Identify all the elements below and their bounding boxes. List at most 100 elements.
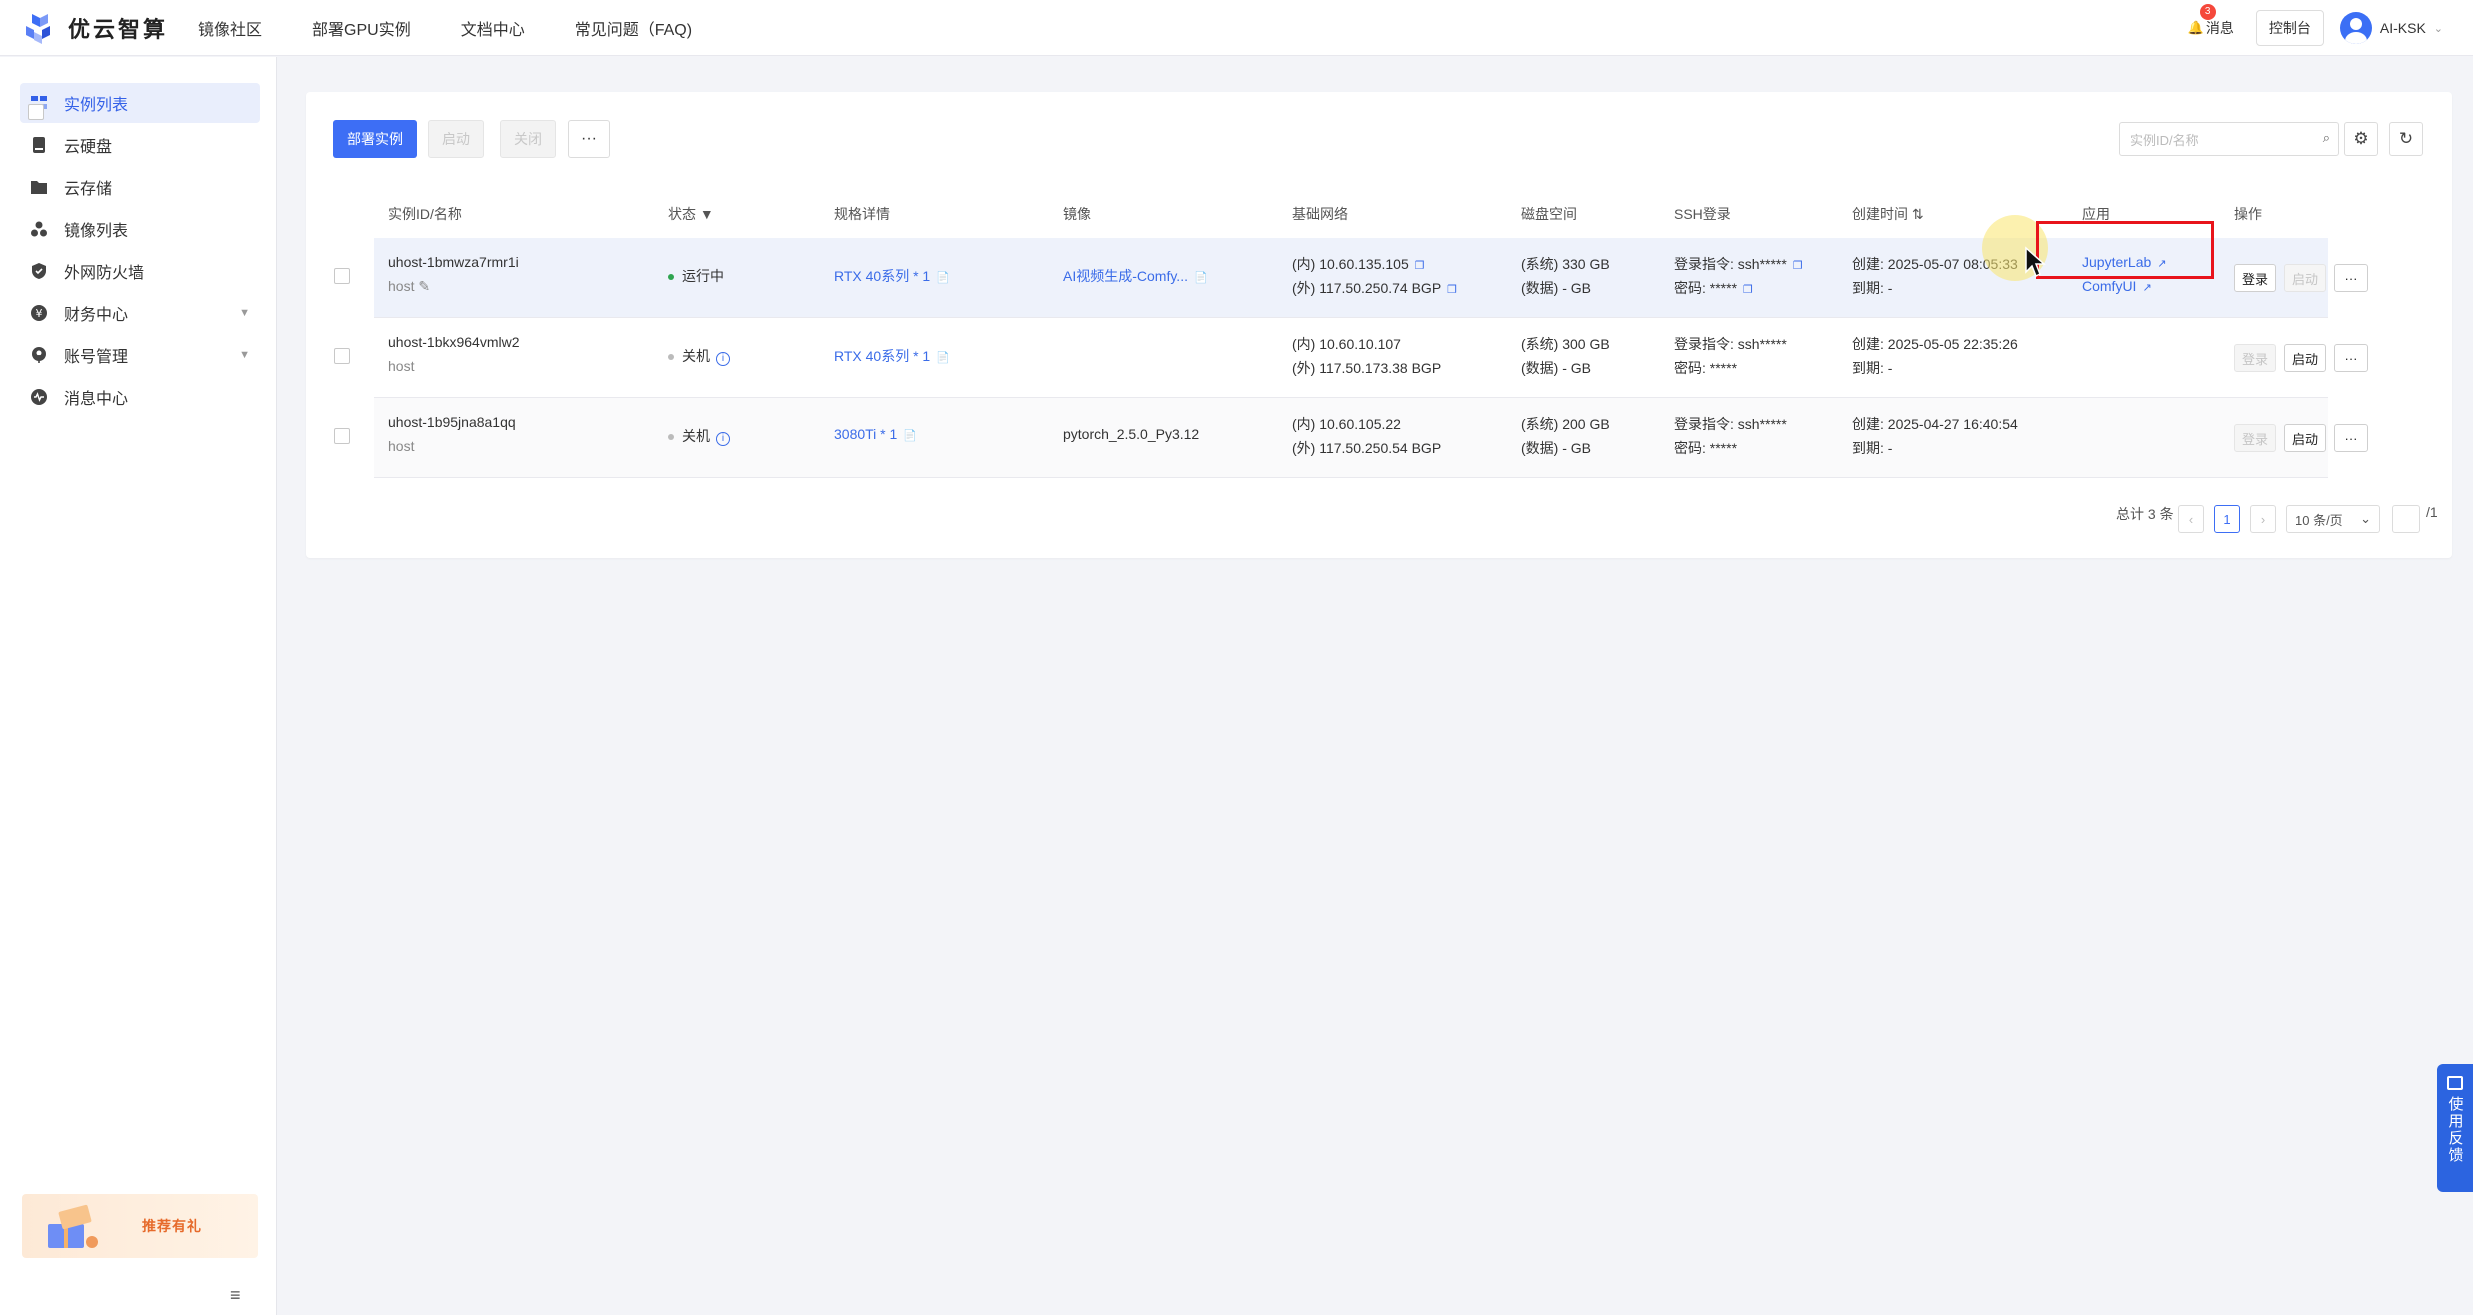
user-avatar[interactable]	[2339, 12, 2372, 44]
chevron-down-icon: ▼	[239, 307, 250, 319]
expire-time: 到期: -	[1852, 440, 1893, 456]
spec-link[interactable]: 3080Ti * 1 📄	[834, 426, 917, 442]
col-status[interactable]: 状态 ▼	[668, 204, 714, 224]
image-link[interactable]: AI视频生成-Comfy... 📄	[1063, 266, 1208, 286]
ssh-pwd-value: *****	[1709, 440, 1738, 456]
document-icon[interactable]: 📄	[1194, 271, 1208, 284]
network-inner: (内) 10.60.105.22	[1292, 416, 1401, 432]
brand-logo[interactable]: 优云智算	[22, 10, 168, 46]
ssh-cmd-label: 登录指令:	[1674, 336, 1734, 352]
image-name: pytorch_2.5.0_Py3.12	[1063, 426, 1200, 442]
sidebar-item-account[interactable]: 账号管理 ▼	[20, 335, 260, 375]
row-checkbox[interactable]	[334, 348, 350, 364]
table-row[interactable]: uhost-1b95jna8a1qq host 关机 i 3080Ti * 1 📄 …	[374, 398, 2368, 478]
mouse-cursor-icon	[2025, 246, 2046, 278]
page-size-select[interactable]: 10 条/页 ⌄	[2286, 505, 2380, 533]
row-more-button[interactable]: ···	[2334, 424, 2368, 452]
row-more-button[interactable]: ···	[2334, 264, 2368, 292]
ssh-cmd-value: ssh*****	[1737, 416, 1787, 432]
instance-name[interactable]: host	[388, 358, 414, 374]
start-button[interactable]: 启动	[428, 120, 484, 158]
sidebar-item-cloud-storage[interactable]: 云存储	[20, 167, 260, 207]
chevron-down-icon[interactable]: ⌄	[2434, 22, 2443, 35]
feedback-tab[interactable]: 使用反馈	[2437, 1064, 2473, 1192]
start-instance-button[interactable]: 启动	[2284, 264, 2326, 292]
console-button[interactable]: 控制台	[2255, 10, 2324, 46]
status-stopped: 关机 i	[668, 346, 730, 366]
net-in-text: (内) 10.60.135.105	[1292, 256, 1409, 272]
sidebar-item-finance[interactable]: ¥ 财务中心 ▼	[20, 293, 260, 333]
page-jump-input[interactable]	[2392, 505, 2420, 533]
finance-icon: ¥	[31, 305, 47, 321]
sidebar-item-images[interactable]: 镜像列表	[20, 209, 260, 249]
ssh-password: 密码: ***** ❐	[1674, 278, 1753, 298]
referral-promo-banner[interactable]: 推荐有礼	[22, 1194, 258, 1258]
search-input[interactable]: 实例ID/名称 ⌕	[2119, 122, 2339, 156]
ssh-pwd-label: 密码:	[1674, 280, 1706, 296]
table-row[interactable]: uhost-1bkx964vmlw2 host 关机 i RTX 40系列 * 1…	[374, 318, 2368, 398]
copy-icon[interactable]: ❐	[1447, 283, 1457, 296]
instance-name[interactable]: host ✎	[388, 278, 430, 295]
nav-image-community[interactable]: 镜像社区	[198, 16, 262, 40]
instance-id: uhost-1bkx964vmlw2	[388, 334, 520, 350]
prev-page-button[interactable]: ‹	[2178, 505, 2204, 533]
row-more-button[interactable]: ···	[2334, 344, 2368, 372]
col-ssh: SSH登录	[1674, 206, 1731, 222]
document-icon[interactable]: 📄	[936, 271, 950, 284]
filter-icon[interactable]: ▼	[696, 206, 714, 222]
next-page-button[interactable]: ›	[2250, 505, 2276, 533]
instance-name-text: host	[388, 278, 415, 294]
sidebar-item-cloud-disk[interactable]: 云硬盘	[20, 125, 260, 165]
login-button[interactable]: 登录	[2234, 424, 2276, 452]
select-all-checkbox[interactable]	[28, 104, 44, 120]
copy-icon[interactable]: ❐	[1415, 259, 1425, 272]
document-icon[interactable]: 📄	[903, 429, 917, 442]
sidebar-item-firewall[interactable]: 外网防火墙	[20, 251, 260, 291]
nav-deploy-gpu[interactable]: 部署GPU实例	[312, 16, 411, 40]
ssh-cmd-label: 登录指令:	[1674, 256, 1734, 272]
col-disk: 磁盘空间	[1521, 206, 1577, 222]
start-instance-button[interactable]: 启动	[2284, 424, 2326, 452]
edit-icon[interactable]: ✎	[418, 278, 430, 294]
nav-docs[interactable]: 文档中心	[461, 16, 525, 40]
instance-name[interactable]: host	[388, 438, 414, 454]
disk-system: (系统) 300 GB	[1521, 336, 1610, 352]
deploy-instance-button[interactable]: 部署实例	[333, 120, 417, 158]
spec-link[interactable]: RTX 40系列 * 1 📄	[834, 266, 950, 286]
copy-icon[interactable]: ❐	[1793, 259, 1803, 272]
sidebar-item-label: 消息中心	[64, 391, 129, 408]
gear-icon: ⚙	[2353, 129, 2369, 148]
row-checkbox[interactable]	[334, 268, 350, 284]
annotation-highlight-box	[2036, 221, 2214, 279]
sort-icon[interactable]: ⇅	[1908, 206, 1924, 222]
document-icon[interactable]: 📄	[936, 351, 950, 364]
sidebar-item-instances[interactable]: 实例列表	[20, 83, 260, 123]
chevron-down-icon: ▼	[239, 349, 250, 361]
start-instance-button[interactable]: 启动	[2284, 344, 2326, 372]
chevron-down-icon: ⌄	[2360, 511, 2371, 526]
more-actions-button[interactable]: ···	[568, 120, 610, 158]
feedback-icon	[2447, 1076, 2463, 1090]
messages-button[interactable]: 🔔 消息 3	[2188, 4, 2234, 38]
login-button[interactable]: 登录	[2234, 264, 2276, 292]
stop-button[interactable]: 关闭	[500, 120, 556, 158]
info-icon[interactable]: i	[716, 432, 730, 446]
comfyui-link[interactable]: ComfyUI ↗	[2082, 278, 2152, 294]
external-link-icon[interactable]: ↗	[2142, 281, 2151, 294]
collapse-sidebar-icon[interactable]: ≡	[230, 1285, 241, 1306]
nav-faq[interactable]: 常见问题（FAQ)	[575, 16, 692, 40]
sidebar-item-messages[interactable]: 消息中心	[20, 377, 260, 417]
ssh-pwd-label: 密码:	[1674, 440, 1706, 456]
spec-link[interactable]: RTX 40系列 * 1 📄	[834, 346, 950, 366]
page-size-value: 10 条/页	[2295, 512, 2343, 528]
page-1-button[interactable]: 1	[2214, 505, 2240, 533]
login-button[interactable]: 登录	[2234, 344, 2276, 372]
settings-button[interactable]: ⚙	[2344, 122, 2378, 156]
info-icon[interactable]: i	[716, 352, 730, 366]
user-name[interactable]: AI-KSK	[2380, 20, 2426, 36]
col-created[interactable]: 创建时间 ⇅	[1852, 204, 1924, 224]
copy-icon[interactable]: ❐	[1743, 283, 1753, 296]
row-checkbox[interactable]	[334, 428, 350, 444]
refresh-button[interactable]: ↻	[2389, 122, 2423, 156]
refresh-icon: ↻	[2398, 129, 2414, 148]
